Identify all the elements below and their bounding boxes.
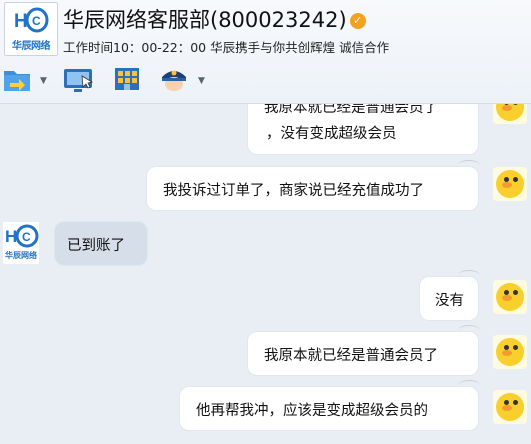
user-avatar[interactable] — [493, 280, 527, 314]
message-text: 没有 — [435, 293, 464, 309]
police-button[interactable]: ▼ — [158, 63, 208, 95]
message-bubble-incoming: 已到账了 — [55, 222, 147, 265]
user-avatar[interactable] — [493, 167, 527, 201]
message-text: ，没有变成超级会员 — [266, 126, 397, 142]
apps-button[interactable] — [112, 63, 144, 95]
police-icon — [162, 70, 186, 91]
chat-title-text: 华辰网络客服部(800023242) — [63, 8, 347, 32]
svg-text:C: C — [22, 230, 31, 244]
group-avatar[interactable]: H C 华辰网络 — [4, 2, 58, 56]
message-text: 他再帮我冲，应该是变成超级会员的 — [196, 403, 428, 419]
message-bubble-outgoing: 他再帮我冲，应该是变成超级会员的 — [180, 380, 480, 430]
logo-text: 华辰网络 — [5, 251, 37, 260]
toolbar: ▼ ▼ — [0, 60, 531, 98]
service-avatar[interactable]: H C 华辰网络 — [3, 222, 39, 264]
logo-text: 华辰网络 — [12, 41, 51, 52]
app-grid-icon — [115, 68, 139, 90]
chevron-down-icon[interactable]: ▼ — [40, 76, 47, 86]
message-text: 我投诉过订单了，商家说已经充值成功了 — [163, 183, 424, 199]
message-bubble-outgoing: 我投诉过订单了，商家说已经充值成功了 — [147, 160, 480, 210]
message-bubble-outgoing: 我原本就已经是普通会员了 — [248, 325, 480, 375]
message-text: 我原本就已经是普通会员了 — [264, 348, 438, 364]
chat-subtitle: 工作时间10：00-22：00 华辰携手与你共创辉煌 诚信合作 — [63, 40, 390, 55]
huachen-logo-icon: H C — [5, 224, 39, 248]
huachen-logo-icon: H C — [14, 7, 49, 33]
remote-desktop-icon — [64, 69, 94, 92]
chevron-down-icon[interactable]: ▼ — [198, 76, 205, 86]
file-transfer-button[interactable]: ▼ — [2, 63, 50, 95]
svg-text:H: H — [14, 11, 28, 32]
user-avatar[interactable] — [493, 390, 527, 424]
svg-text:C: C — [32, 14, 41, 28]
remote-desktop-button[interactable] — [62, 63, 98, 95]
chat-header: H C 华辰网络 华辰网络客服部(800023242) ✓ 工作时间10：00-2… — [0, 0, 531, 104]
message-text: 已到账了 — [67, 238, 125, 254]
svg-text:H: H — [5, 227, 17, 246]
verified-badge-icon: ✓ — [349, 13, 366, 29]
message-bubble-outgoing: 没有 — [420, 270, 480, 320]
chat-title[interactable]: 华辰网络客服部(800023242) ✓ — [63, 4, 366, 34]
user-avatar[interactable] — [493, 335, 527, 369]
file-transfer-icon — [4, 71, 30, 91]
